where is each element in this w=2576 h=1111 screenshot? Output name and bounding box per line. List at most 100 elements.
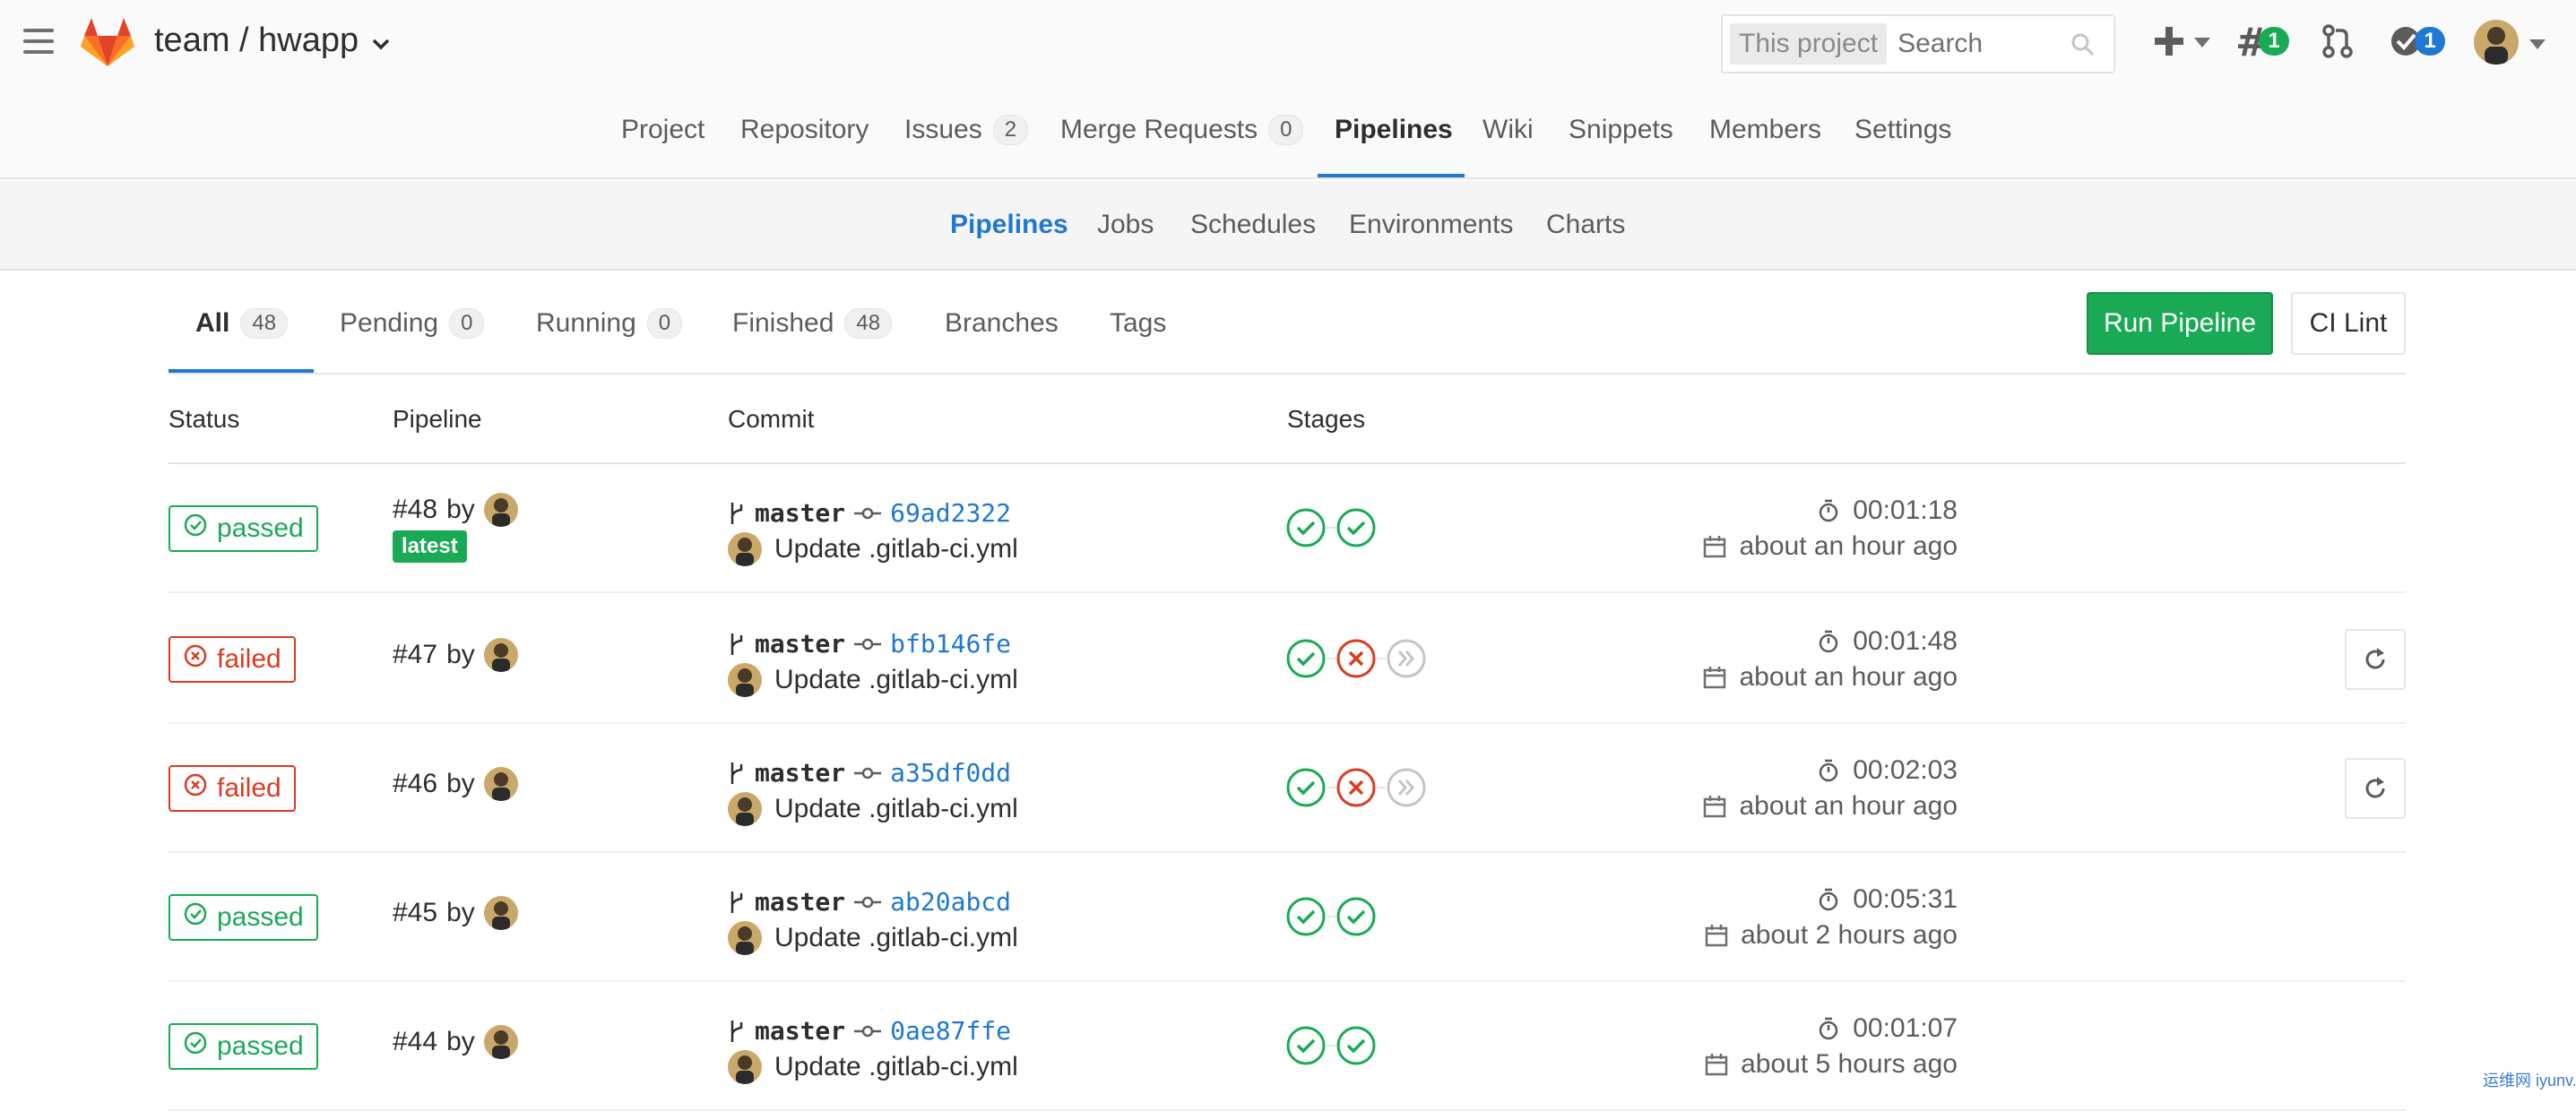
ci-lint-button[interactable]: CI Lint xyxy=(2291,292,2406,355)
commit-author-avatar[interactable] xyxy=(728,792,762,826)
stage-success-icon[interactable] xyxy=(1285,1025,1327,1066)
stage-success-icon[interactable] xyxy=(1285,638,1327,679)
nav-issues[interactable]: Issues 2 xyxy=(904,115,1029,145)
pipeline-id-link[interactable]: #46 xyxy=(393,769,437,799)
status-label: failed xyxy=(217,644,281,674)
subnav-charts[interactable]: Charts xyxy=(1546,210,1625,240)
user-avatar[interactable] xyxy=(2474,20,2519,65)
status-badge[interactable]: passed xyxy=(169,894,318,941)
project-nav: Project Repository Issues 2 Merge Request… xyxy=(0,99,2576,179)
pipeline-by-label: by xyxy=(446,1027,475,1056)
pipeline-stages xyxy=(1285,1025,1377,1066)
status-passed-icon xyxy=(183,901,208,934)
branch-name[interactable]: master xyxy=(755,887,845,917)
menu-icon[interactable] xyxy=(23,29,54,54)
stage-skipped-icon[interactable] xyxy=(1386,767,1427,808)
stage-success-icon[interactable] xyxy=(1336,1025,1377,1066)
tab-active-indicator xyxy=(169,369,314,373)
commit-title-link[interactable]: Update .gitlab-ci.yml xyxy=(774,534,1018,564)
commit-author-avatar[interactable] xyxy=(728,921,762,955)
stage-success-icon[interactable] xyxy=(1336,507,1377,548)
search-box[interactable]: This project xyxy=(1721,14,2115,73)
pipeline-id-link[interactable]: #48 xyxy=(393,495,437,525)
commit-sha-link[interactable]: 0ae87ffe xyxy=(890,1016,1011,1046)
triggerer-avatar[interactable] xyxy=(483,896,518,930)
user-caret-down-icon[interactable] xyxy=(2529,39,2546,50)
tab-pending[interactable]: Pending 0 xyxy=(340,308,485,339)
pipeline-finished-time: about an hour ago xyxy=(1739,531,1958,561)
pipeline-timing: 00:01:48 about an hour ago xyxy=(1703,624,1958,695)
status-badge[interactable]: failed xyxy=(169,765,296,812)
tab-finished[interactable]: Finished 48 xyxy=(732,308,893,339)
tab-branches[interactable]: Branches xyxy=(945,308,1059,339)
nav-wiki[interactable]: Wiki xyxy=(1482,115,1534,145)
commit-title-link[interactable]: Update .gitlab-ci.yml xyxy=(774,665,1018,695)
branch-name[interactable]: master xyxy=(755,498,845,528)
caret-down-icon[interactable] xyxy=(2194,38,2210,48)
triggerer-avatar[interactable] xyxy=(483,767,518,801)
status-label: passed xyxy=(217,1031,304,1061)
commit-sha-link[interactable]: bfb146fe xyxy=(890,629,1011,659)
tab-running[interactable]: Running 0 xyxy=(536,308,683,339)
stage-failed-icon[interactable] xyxy=(1336,638,1377,679)
pipeline-id-link[interactable]: #45 xyxy=(393,898,437,928)
status-badge[interactable]: passed xyxy=(169,1023,318,1070)
stage-connector xyxy=(1327,658,1336,659)
commit-sha-link[interactable]: 69ad2322 xyxy=(890,498,1011,528)
triggerer-avatar[interactable] xyxy=(483,638,518,672)
merge-request-icon[interactable] xyxy=(2321,23,2354,59)
commit-title-link[interactable]: Update .gitlab-ci.yml xyxy=(774,923,1018,953)
triggerer-avatar[interactable] xyxy=(483,493,518,527)
subnav-pipelines[interactable]: Pipelines xyxy=(950,210,1068,240)
plus-icon[interactable] xyxy=(2153,25,2185,57)
commit-sha-link[interactable]: a35df0dd xyxy=(890,758,1011,788)
status-passed-icon xyxy=(183,512,208,545)
branch-name[interactable]: master xyxy=(755,629,845,659)
commit-title-link[interactable]: Update .gitlab-ci.yml xyxy=(774,1052,1018,1082)
nav-members[interactable]: Members xyxy=(1709,115,1821,145)
nav-snippets[interactable]: Snippets xyxy=(1569,115,1673,145)
pipeline-stages xyxy=(1285,767,1427,808)
stage-connector xyxy=(1327,916,1336,917)
stage-success-icon[interactable] xyxy=(1285,896,1327,937)
nav-repository[interactable]: Repository xyxy=(740,115,869,145)
search-input[interactable] xyxy=(1897,29,2078,59)
nav-project[interactable]: Project xyxy=(621,115,705,145)
commit-author-avatar[interactable] xyxy=(728,532,762,566)
branch-name[interactable]: master xyxy=(755,1016,845,1046)
subnav-schedules[interactable]: Schedules xyxy=(1190,210,1316,240)
stage-success-icon[interactable] xyxy=(1336,896,1377,937)
retry-button[interactable] xyxy=(2345,758,2406,819)
search-scope: This project xyxy=(1730,23,1888,65)
subnav-jobs[interactable]: Jobs xyxy=(1097,210,1154,240)
project-title[interactable]: team / hwapp xyxy=(154,22,391,60)
stage-success-icon[interactable] xyxy=(1285,767,1327,808)
pipeline-id-link[interactable]: #44 xyxy=(393,1027,437,1057)
pipeline-by-label: by xyxy=(446,769,475,798)
issues-count-badge: 1 xyxy=(2259,27,2289,56)
commit-title-link[interactable]: Update .gitlab-ci.yml xyxy=(774,794,1018,824)
stage-failed-icon[interactable] xyxy=(1336,767,1377,808)
commit-author-avatar[interactable] xyxy=(728,1050,762,1084)
commit-author-avatar[interactable] xyxy=(728,663,762,697)
run-pipeline-button[interactable]: Run Pipeline xyxy=(2087,292,2273,355)
gitlab-logo-icon[interactable] xyxy=(81,16,134,68)
nav-pipelines[interactable]: Pipelines xyxy=(1335,115,1453,145)
retry-button[interactable] xyxy=(2345,629,2406,690)
branch-name[interactable]: master xyxy=(755,758,845,788)
stage-success-icon[interactable] xyxy=(1285,507,1327,548)
commit-sha-link[interactable]: ab20abcd xyxy=(890,887,1011,917)
status-badge[interactable]: failed xyxy=(169,636,296,683)
pipeline-stages xyxy=(1285,507,1377,548)
nav-settings[interactable]: Settings xyxy=(1854,115,1951,145)
tab-all[interactable]: All 48 xyxy=(195,308,289,339)
branch-icon xyxy=(730,891,743,913)
subnav-environments[interactable]: Environments xyxy=(1349,210,1513,240)
stage-skipped-icon[interactable] xyxy=(1386,638,1427,679)
status-badge[interactable]: passed xyxy=(169,505,318,552)
triggerer-avatar[interactable] xyxy=(483,1025,518,1059)
pipeline-by-label: by xyxy=(446,640,475,669)
nav-merge-requests[interactable]: Merge Requests 0 xyxy=(1060,115,1304,145)
tab-tags[interactable]: Tags xyxy=(1110,308,1166,339)
pipeline-id-link[interactable]: #47 xyxy=(393,640,437,670)
